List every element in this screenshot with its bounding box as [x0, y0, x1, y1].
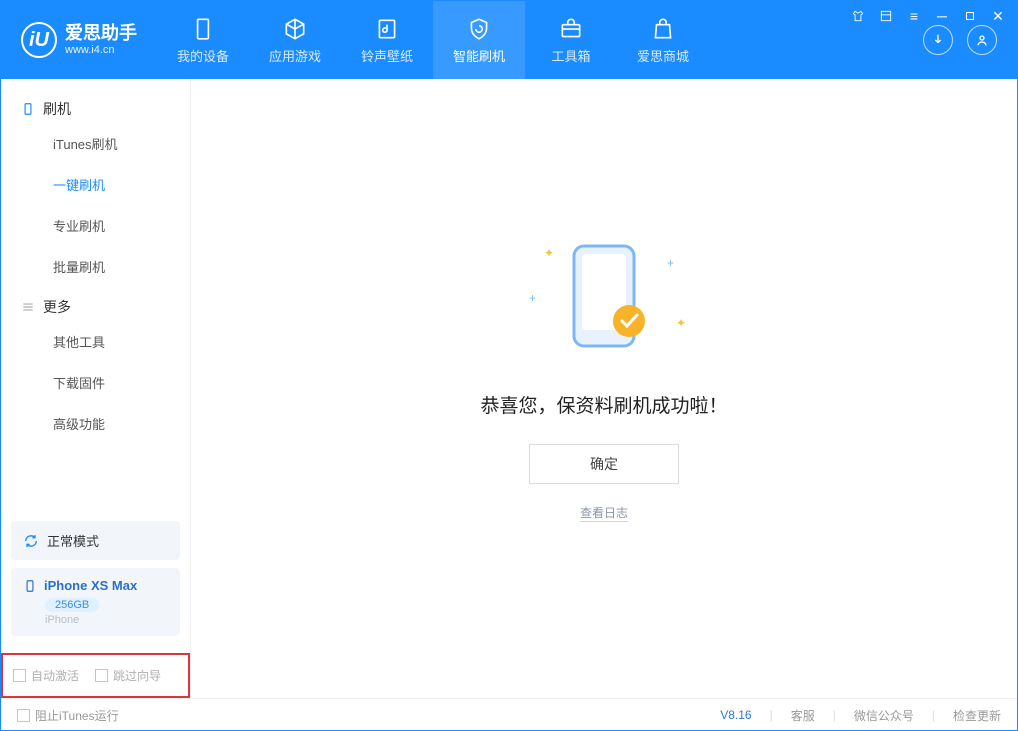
device-icon — [21, 102, 35, 116]
sidebar-item-itunes-flash[interactable]: iTunes刷机 — [1, 123, 190, 164]
tab-apps-games[interactable]: 应用游戏 — [249, 1, 341, 79]
checkbox-label: 跳过向导 — [113, 667, 161, 684]
nav-tabs: 我的设备 应用游戏 铃声壁纸 智能刷机 工具箱 爱思商城 — [157, 1, 709, 79]
checkbox-auto-activate[interactable]: 自动激活 — [13, 667, 79, 684]
tab-my-device[interactable]: 我的设备 — [157, 1, 249, 79]
app-subtitle: www.i4.cn — [65, 44, 137, 56]
tab-label: 工具箱 — [551, 46, 590, 65]
close-button[interactable]: ✕ — [989, 7, 1007, 25]
device-mode-label: 正常模式 — [47, 531, 99, 550]
sparkle-icon: ✦ — [676, 316, 686, 330]
checkbox-label: 自动激活 — [31, 667, 79, 684]
download-button[interactable] — [923, 25, 953, 55]
tab-label: 我的设备 — [177, 46, 229, 65]
sidebar-item-advanced[interactable]: 高级功能 — [1, 403, 190, 444]
app-header: iU 爱思助手 www.i4.cn 我的设备 应用游戏 铃声壁纸 智能刷机 工具… — [1, 1, 1017, 79]
checkbox-icon — [95, 669, 108, 682]
sidebar-section-flash: 刷机 — [1, 89, 190, 123]
shirt-icon[interactable] — [849, 7, 867, 25]
checkbox-icon — [13, 669, 26, 682]
checkbox-icon — [17, 709, 30, 722]
sparkle-icon: + — [667, 256, 674, 270]
phone-small-icon — [23, 579, 37, 593]
user-icon — [974, 32, 990, 48]
options-highlight-box: 自动激活 跳过向导 — [1, 653, 190, 698]
main-content: ✦ + + ✦ 恭喜您，保资料刷机成功啦！ 确定 查看日志 — [191, 79, 1017, 698]
device-info-box[interactable]: iPhone XS Max 256GB iPhone — [11, 568, 180, 636]
tab-label: 爱思商城 — [637, 46, 689, 65]
shield-refresh-icon — [466, 16, 492, 42]
wechat-link[interactable]: 微信公众号 — [854, 707, 914, 724]
support-link[interactable]: 客服 — [791, 707, 815, 724]
version-label: V8.16 — [720, 708, 751, 722]
checkbox-label: 阻止iTunes运行 — [35, 707, 119, 724]
ok-button[interactable]: 确定 — [529, 444, 679, 484]
body-area: 刷机 iTunes刷机 一键刷机 专业刷机 批量刷机 更多 其他工具 下载固件 … — [1, 79, 1017, 698]
header-actions — [923, 25, 1017, 55]
check-update-link[interactable]: 检查更新 — [953, 707, 1001, 724]
tab-ring-wall[interactable]: 铃声壁纸 — [341, 1, 433, 79]
footer: 阻止iTunes运行 V8.16 | 客服 | 微信公众号 | 检查更新 — [1, 698, 1017, 731]
device-type-label: iPhone — [45, 614, 168, 626]
refresh-icon — [23, 533, 39, 549]
view-log-link[interactable]: 查看日志 — [580, 504, 628, 522]
download-icon — [930, 32, 946, 48]
sparkle-icon: ✦ — [544, 246, 554, 260]
sidebar-section-label: 更多 — [43, 297, 71, 317]
window-controls: ≡ ─ ✕ — [849, 7, 1007, 25]
menu-icon[interactable]: ≡ — [905, 7, 923, 25]
sidebar-section-more: 更多 — [1, 287, 190, 321]
sidebar-item-download-firmware[interactable]: 下载固件 — [1, 362, 190, 403]
toolbox-icon — [558, 16, 584, 42]
layout-icon[interactable] — [877, 7, 895, 25]
sidebar: 刷机 iTunes刷机 一键刷机 专业刷机 批量刷机 更多 其他工具 下载固件 … — [1, 79, 191, 698]
app-title: 爱思助手 — [65, 24, 137, 44]
logo-area: iU 爱思助手 www.i4.cn — [1, 22, 157, 58]
device-capacity-badge: 256GB — [45, 598, 99, 612]
success-message: 恭喜您，保资料刷机成功啦！ — [480, 391, 727, 418]
checkbox-skip-wizard[interactable]: 跳过向导 — [95, 667, 161, 684]
sidebar-item-onekey-flash[interactable]: 一键刷机 — [1, 164, 190, 205]
maximize-button[interactable] — [961, 7, 979, 25]
tab-label: 铃声壁纸 — [361, 46, 413, 65]
list-icon — [21, 300, 35, 314]
cube-icon — [282, 16, 308, 42]
success-illustration: ✦ + + ✦ — [534, 236, 674, 371]
tab-smart-flash[interactable]: 智能刷机 — [433, 1, 525, 79]
device-name-label: iPhone XS Max — [44, 578, 137, 593]
checkbox-block-itunes[interactable]: 阻止iTunes运行 — [17, 707, 119, 724]
bag-icon — [650, 16, 676, 42]
device-panel: 正常模式 iPhone XS Max 256GB iPhone — [11, 521, 180, 636]
user-button[interactable] — [967, 25, 997, 55]
logo-icon: iU — [21, 22, 57, 58]
device-mode-box[interactable]: 正常模式 — [11, 521, 180, 560]
sparkle-icon: + — [529, 291, 536, 305]
tab-label: 智能刷机 — [453, 46, 505, 65]
phone-icon — [190, 16, 216, 42]
tab-toolbox[interactable]: 工具箱 — [525, 1, 617, 79]
sidebar-item-pro-flash[interactable]: 专业刷机 — [1, 205, 190, 246]
sidebar-item-other-tools[interactable]: 其他工具 — [1, 321, 190, 362]
tab-label: 应用游戏 — [269, 46, 321, 65]
sidebar-item-batch-flash[interactable]: 批量刷机 — [1, 246, 190, 287]
music-icon — [374, 16, 400, 42]
minimize-button[interactable]: ─ — [933, 7, 951, 25]
tab-store[interactable]: 爱思商城 — [617, 1, 709, 79]
sidebar-section-label: 刷机 — [43, 99, 71, 119]
